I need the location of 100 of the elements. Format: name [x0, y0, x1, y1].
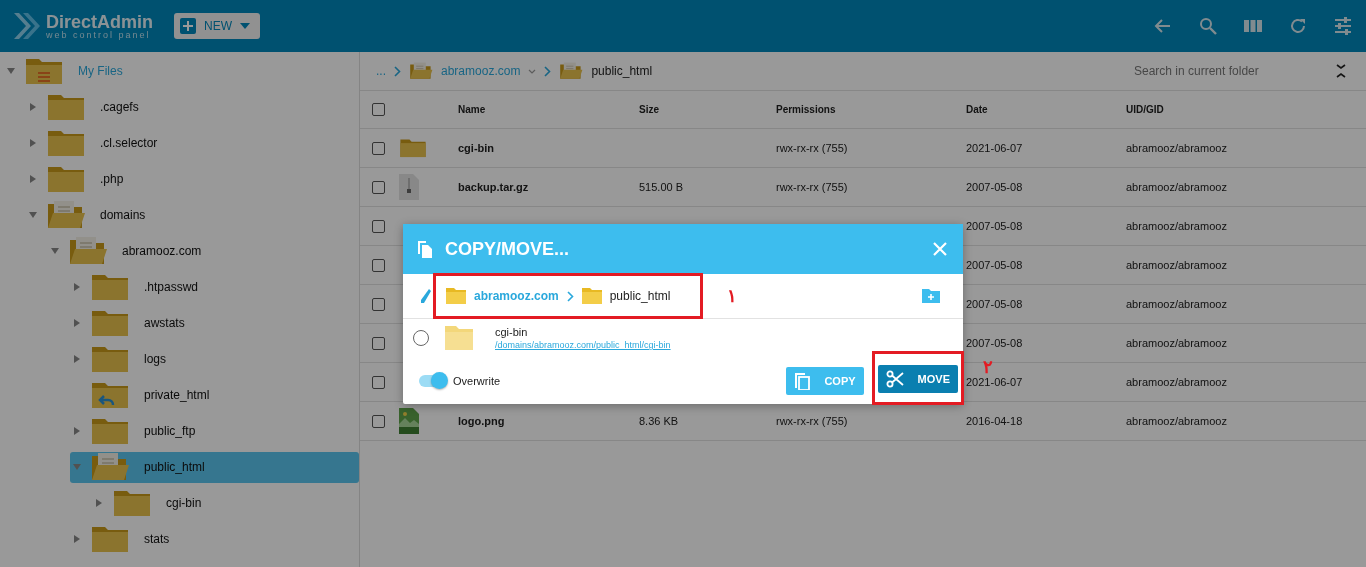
- toggle-switch[interactable]: [419, 375, 445, 387]
- row-checkbox[interactable]: [372, 180, 385, 194]
- table-cell: abramooz/abramooz: [1126, 376, 1227, 388]
- folder-icon: [46, 128, 86, 158]
- annotation-number: ١: [727, 285, 738, 307]
- folder-icon: [112, 488, 152, 518]
- table-cell: logo.png: [458, 415, 505, 427]
- row-checkbox[interactable]: [372, 258, 385, 272]
- folder-icon: [90, 524, 130, 554]
- dialog-title: COPY/MOVE...: [445, 238, 570, 260]
- folder-icon: [409, 61, 433, 81]
- folder-icon: [90, 344, 130, 374]
- new-folder-icon[interactable]: [922, 289, 940, 303]
- tree-item[interactable]: .php: [26, 163, 359, 195]
- plus-icon: [180, 18, 196, 34]
- caret-icon[interactable]: [30, 103, 36, 111]
- tree-item[interactable]: .cagefs: [26, 91, 359, 123]
- back-arrow-icon[interactable]: [1154, 17, 1172, 35]
- column-header[interactable]: Name: [458, 104, 639, 115]
- folder-icon: [559, 61, 584, 81]
- caret-down-icon[interactable]: [528, 68, 537, 74]
- column-header[interactable]: UID/GID: [1126, 104, 1326, 115]
- table-cell: 8.36 KB: [639, 415, 679, 427]
- search-icon[interactable]: [1199, 17, 1217, 35]
- copy-icon: [794, 372, 811, 390]
- table-cell: abramooz/abramooz: [1126, 337, 1227, 349]
- folder-icon: [90, 416, 130, 446]
- caret-icon[interactable]: [7, 68, 15, 74]
- table-cell: abramooz/abramooz: [1126, 142, 1227, 154]
- tree-item[interactable]: .cl.selector: [26, 127, 359, 159]
- table-cell: abramooz/abramooz: [1126, 220, 1227, 232]
- tree-item[interactable]: stats: [70, 523, 359, 555]
- folder-icon: [68, 236, 108, 266]
- caret-icon[interactable]: [30, 139, 36, 147]
- folder-name: cgi-bin: [495, 326, 529, 338]
- folder-icon: [399, 137, 427, 159]
- search-field[interactable]: Search in current folder: [1132, 63, 1306, 79]
- caret-icon[interactable]: [74, 283, 80, 291]
- caret-icon[interactable]: [30, 175, 36, 183]
- table-cell: rwx-rx-rx (755): [776, 181, 848, 193]
- collapse-icon[interactable]: [1336, 64, 1346, 78]
- scissors-icon: [885, 370, 904, 388]
- caret-icon[interactable]: [96, 499, 102, 507]
- logo-icon: [12, 11, 40, 41]
- tree-item[interactable]: domains: [26, 199, 359, 231]
- tree-item[interactable]: logs: [70, 343, 359, 375]
- tree-item[interactable]: cgi-bin: [92, 487, 359, 519]
- close-icon[interactable]: [933, 242, 947, 256]
- table-cell: 2007-05-08: [966, 337, 1023, 349]
- tree-item[interactable]: private_html: [70, 379, 359, 411]
- caret-icon[interactable]: [74, 535, 80, 543]
- table-cell: 2007-05-08: [966, 220, 1023, 232]
- link-folder-icon: [90, 380, 130, 410]
- chevron-icon: [394, 65, 401, 77]
- folder-icon: [46, 200, 86, 230]
- table-cell: cgi-bin: [458, 142, 495, 154]
- table-cell: 515.00 B: [639, 181, 684, 193]
- move-button[interactable]: MOVE: [877, 365, 958, 393]
- row-checkbox[interactable]: [372, 336, 385, 350]
- tree-item[interactable]: abramooz.com: [48, 235, 359, 267]
- row-checkbox[interactable]: [372, 297, 385, 311]
- column-header[interactable]: Date: [966, 104, 1126, 115]
- table-cell: 2021-06-07: [966, 376, 1023, 388]
- caret-icon[interactable]: [74, 355, 80, 363]
- folder-icon: [90, 452, 130, 482]
- row-checkbox[interactable]: [372, 414, 385, 428]
- copy-icon: [417, 240, 433, 258]
- caret-icon[interactable]: [29, 212, 37, 218]
- sliders-icon[interactable]: [1334, 17, 1352, 35]
- archive-file-icon: [399, 174, 419, 200]
- tree-item[interactable]: awstats: [70, 307, 359, 339]
- tree-item[interactable]: public_ftp: [70, 415, 359, 447]
- refresh-icon[interactable]: [1289, 17, 1307, 35]
- tree-item[interactable]: public_html: [70, 451, 359, 483]
- path-item[interactable]: public_html: [609, 289, 671, 303]
- caret-icon[interactable]: [74, 427, 80, 435]
- image-file-icon: [399, 408, 419, 434]
- logo-title: DirectAdmin: [46, 12, 153, 31]
- column-header[interactable]: Permissions: [776, 104, 966, 115]
- row-checkbox[interactable]: [372, 219, 385, 233]
- row-checkbox[interactable]: [372, 141, 385, 155]
- caret-icon[interactable]: [51, 248, 59, 254]
- columns-icon[interactable]: [1244, 19, 1262, 33]
- table-cell: 2007-05-08: [966, 181, 1023, 193]
- table-cell: rwx-rx-rx (755): [776, 142, 848, 154]
- breadcrumb-item[interactable]: public_html: [591, 64, 653, 78]
- chevron-icon: [544, 65, 552, 77]
- table-cell: abramooz/abramooz: [1126, 415, 1227, 427]
- tree-item[interactable]: .htpasswd: [70, 271, 359, 303]
- select-all-checkbox[interactable]: [372, 103, 385, 116]
- folder-icon: [90, 272, 130, 302]
- folder-icon: [581, 288, 602, 304]
- pencil-icon[interactable]: [421, 289, 431, 303]
- caret-icon[interactable]: [73, 464, 81, 470]
- caret-icon[interactable]: [74, 319, 80, 327]
- row-checkbox[interactable]: [372, 375, 385, 389]
- column-header[interactable]: Size: [639, 104, 776, 115]
- table-cell: 2007-05-08: [966, 298, 1023, 310]
- table-cell: 2016-04-18: [966, 415, 1023, 427]
- home-folder-icon: [24, 56, 64, 86]
